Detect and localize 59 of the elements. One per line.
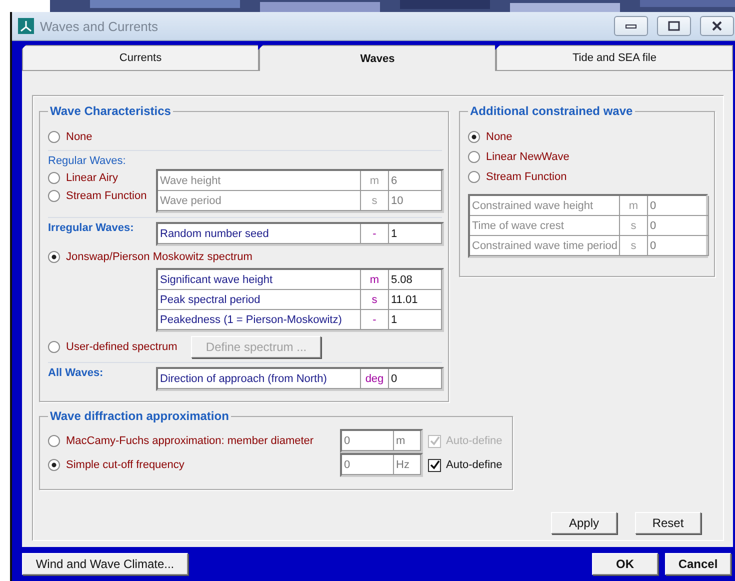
param-label: Wave height	[158, 171, 361, 191]
group-title: Wave Characteristics	[48, 104, 173, 118]
window-title: Waves and Currents	[40, 18, 160, 34]
param-label: Constrained wave time period	[470, 236, 620, 256]
radio-button[interactable]: MacCamy-Fuchs approximation: member diameter	[48, 432, 340, 450]
section-heading: Irregular Waves:	[48, 222, 135, 234]
minimize-button[interactable]	[614, 16, 648, 36]
param-label: Random number seed	[158, 224, 361, 244]
maximize-icon	[668, 21, 680, 31]
tab[interactable]: Tide and SEA file	[496, 45, 733, 71]
dialog-button[interactable]: Cancel	[665, 553, 731, 575]
close-button[interactable]	[700, 16, 734, 36]
checkmark-icon	[430, 460, 440, 470]
dialog-button[interactable]: OK	[592, 553, 658, 575]
group-title: Additional constrained wave	[468, 104, 635, 118]
value-field[interactable]: 0	[389, 369, 442, 389]
value-field[interactable]: 11.01	[389, 290, 442, 310]
close-icon	[711, 21, 723, 31]
maximize-button[interactable]	[657, 16, 691, 36]
unit-label: Hz	[394, 455, 421, 475]
checkbox[interactable]: Auto-define	[428, 458, 502, 472]
radio-button[interactable]: Simple cut-off frequency	[48, 456, 340, 474]
group-title: Wave diffraction approximation	[48, 409, 231, 423]
value-field[interactable]: 0	[342, 431, 394, 451]
panel-button[interactable]: Reset	[635, 512, 701, 534]
param-label: Significant wave height	[158, 270, 361, 290]
param-label: Peak spectral period	[158, 290, 361, 310]
section-heading: All Waves:	[48, 367, 104, 379]
param-label: Direction of approach (from North)	[158, 369, 361, 389]
minimize-icon	[625, 22, 637, 30]
unit-label: m	[620, 196, 648, 216]
unit-label: -	[361, 310, 389, 330]
unit-label: s	[620, 236, 648, 256]
panel-button[interactable]: Apply	[551, 512, 617, 534]
unit-label: m	[394, 431, 421, 451]
unit-label: m	[361, 270, 389, 290]
unit-label: s	[361, 191, 389, 211]
checkmark-icon	[430, 436, 440, 446]
unit-label: s	[620, 216, 648, 236]
radio-button[interactable]: Jonswap/Pierson Moskowitz spectrum	[48, 248, 442, 266]
tab[interactable]: Currents	[22, 45, 259, 71]
radio-button[interactable]: User-defined spectrum	[48, 338, 178, 356]
tab[interactable]: Waves	[259, 45, 496, 71]
radio-button[interactable]: None	[48, 128, 442, 146]
value-field[interactable]: 0	[342, 455, 394, 475]
wind-wave-climate-button[interactable]: Wind and Wave Climate...	[22, 553, 188, 575]
unit-label: deg	[361, 369, 389, 389]
param-label: Constrained wave height	[470, 196, 620, 216]
unit-label: -	[361, 224, 389, 244]
param-label: Time of wave crest	[470, 216, 620, 236]
param-label: Peakedness (1 = Pierson-Moskowitz)	[158, 310, 361, 330]
app-icon	[18, 18, 34, 34]
value-field[interactable]: 1	[389, 310, 442, 330]
param-label: Wave period	[158, 191, 361, 211]
section-heading: Regular Waves:	[48, 155, 127, 167]
value-field[interactable]: 1	[389, 224, 442, 244]
unit-label: m	[361, 171, 389, 191]
value-field[interactable]: 5.08	[389, 270, 442, 290]
unit-label: s	[361, 290, 389, 310]
